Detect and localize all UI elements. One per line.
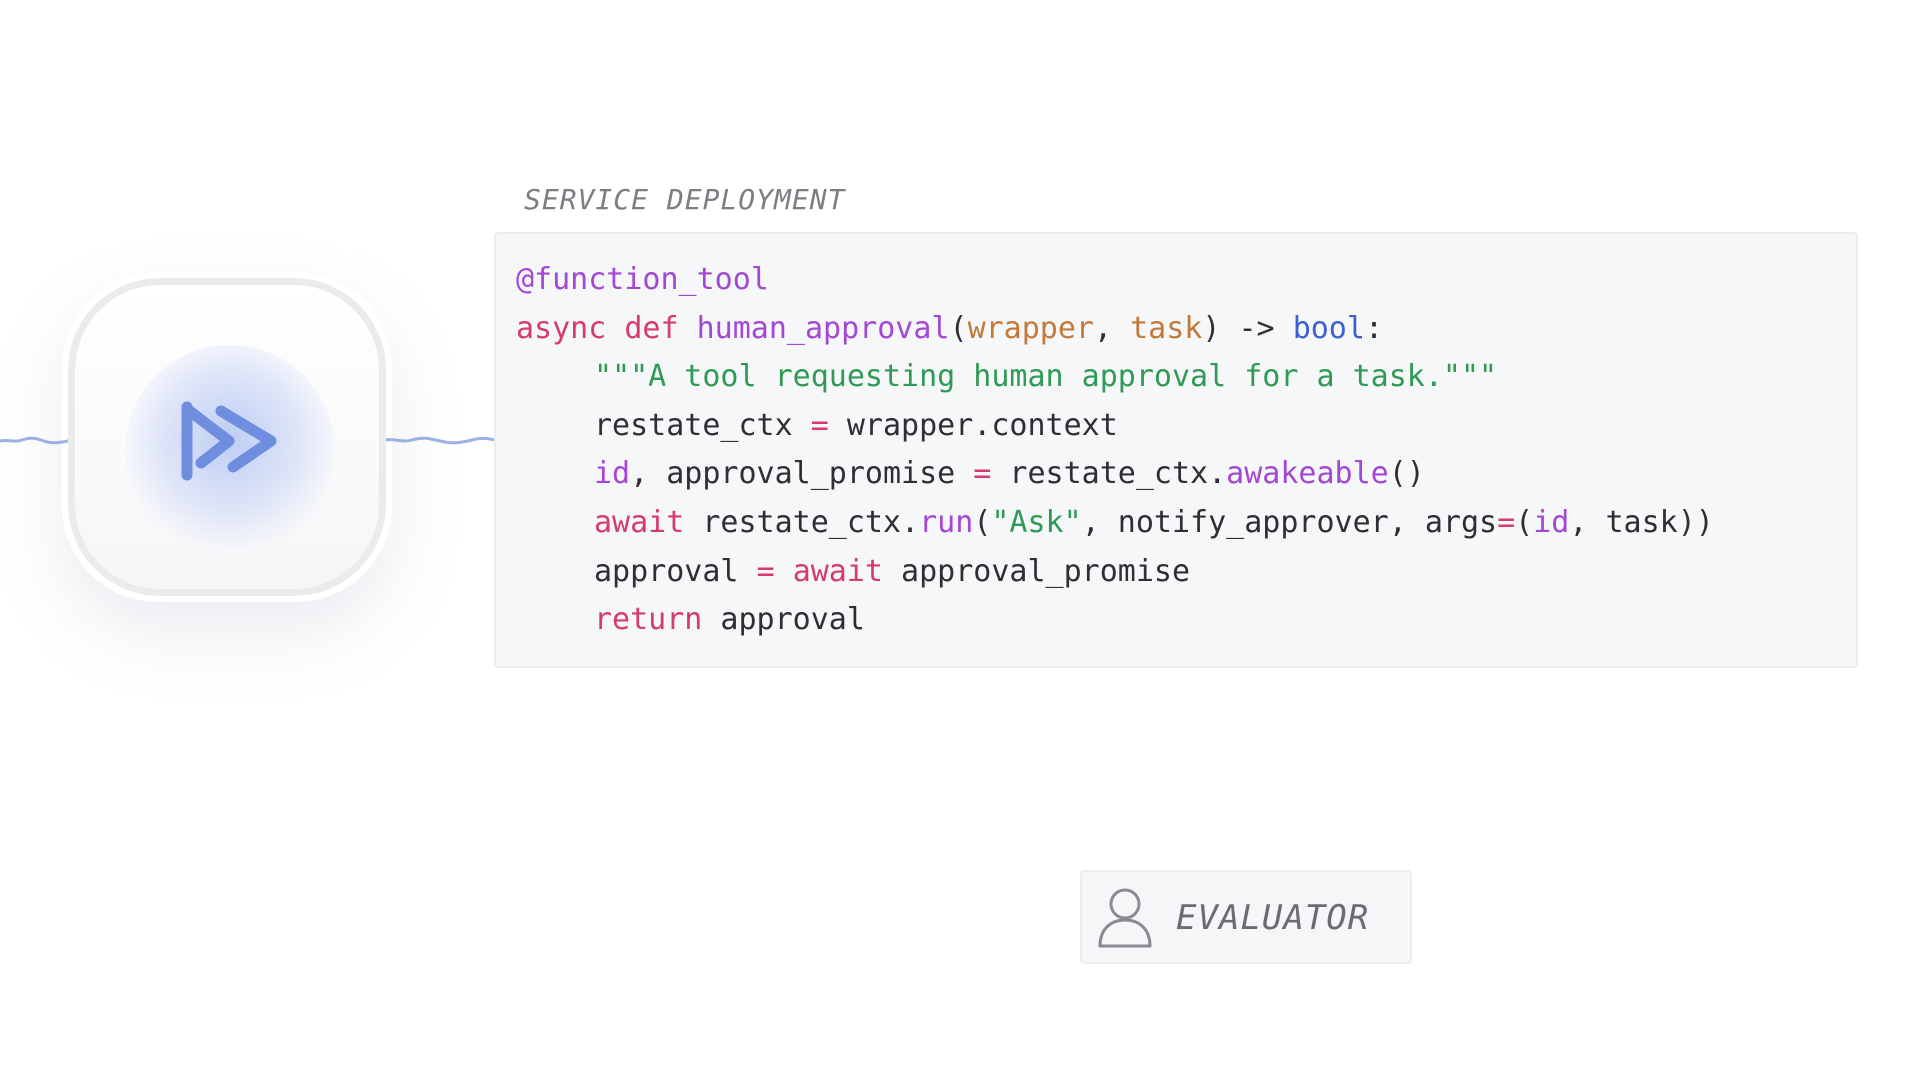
code-token: id bbox=[594, 456, 631, 492]
code-panel: @function_tool async def human_approval(w… bbox=[494, 232, 1858, 668]
code-token: approval bbox=[594, 553, 757, 589]
code-line: restate_ctx = wrapper.context bbox=[516, 402, 1714, 451]
code-token: await bbox=[792, 553, 883, 589]
code-token: ( bbox=[973, 504, 992, 540]
code-token: return bbox=[594, 602, 703, 638]
code-token: = bbox=[756, 553, 775, 589]
evaluator-label: EVALUATOR bbox=[1176, 898, 1370, 938]
code-token: ( bbox=[1515, 504, 1534, 540]
code-token: , bbox=[1094, 310, 1131, 346]
code-token: = bbox=[1497, 504, 1516, 540]
connector-line-right bbox=[384, 436, 496, 445]
code-token: wrapper.context bbox=[828, 407, 1118, 443]
evaluator-chip: EVALUATOR bbox=[1080, 870, 1412, 964]
code-line: approval = await approval_promise bbox=[516, 548, 1714, 597]
code-token: @function_tool bbox=[516, 262, 769, 297]
section-label: SERVICE DEPLOYMENT bbox=[524, 183, 846, 216]
service-logo bbox=[68, 278, 386, 596]
code-token: restate_ctx. bbox=[684, 504, 920, 540]
code-line: @function_tool bbox=[516, 256, 1714, 305]
code-line: async def human_approval(wrapper, task) … bbox=[516, 305, 1714, 354]
code-token: restate_ctx bbox=[594, 407, 811, 443]
code-token: wrapper bbox=[967, 310, 1094, 346]
code-token: bool bbox=[1292, 310, 1365, 346]
code-line: return approval bbox=[516, 596, 1714, 645]
code-token: , notify_approver, args bbox=[1081, 504, 1498, 540]
code-line: """A tool requesting human approval for … bbox=[516, 353, 1714, 402]
code-token: awakeable bbox=[1226, 456, 1389, 492]
code-token: ) -> bbox=[1202, 310, 1293, 346]
code-token: """A tool requesting human approval for … bbox=[594, 359, 1498, 395]
code-token: run bbox=[919, 504, 974, 540]
code-block: @function_tool async def human_approval(w… bbox=[516, 256, 1714, 645]
code-token: approval bbox=[702, 602, 865, 638]
code-token: : bbox=[1364, 310, 1383, 346]
code-token: id bbox=[1533, 504, 1570, 540]
code-token: restate_ctx. bbox=[991, 456, 1227, 492]
code-token: human_approval bbox=[696, 310, 950, 346]
code-token: , task)) bbox=[1569, 504, 1714, 540]
code-token: () bbox=[1388, 456, 1425, 492]
code-token: ( bbox=[949, 310, 968, 346]
code-line: await restate_ctx.run("Ask", notify_appr… bbox=[516, 499, 1714, 548]
double-forward-arrow-icon bbox=[181, 401, 277, 481]
code-token: def bbox=[624, 310, 679, 346]
code-token: "Ask" bbox=[991, 504, 1082, 540]
code-line: id, approval_promise = restate_ctx.awake… bbox=[516, 450, 1714, 499]
user-icon bbox=[1098, 888, 1152, 948]
code-token: task bbox=[1130, 310, 1203, 346]
code-token: approval_promise bbox=[883, 553, 1191, 589]
code-token: = bbox=[973, 456, 992, 492]
code-token: await bbox=[594, 504, 685, 540]
code-token: = bbox=[810, 407, 829, 443]
canvas: SERVICE DEPLOYMENT @function_toolasync d… bbox=[0, 0, 1920, 1080]
code-token: async bbox=[516, 310, 607, 346]
code-token: , approval_promise bbox=[630, 456, 974, 492]
